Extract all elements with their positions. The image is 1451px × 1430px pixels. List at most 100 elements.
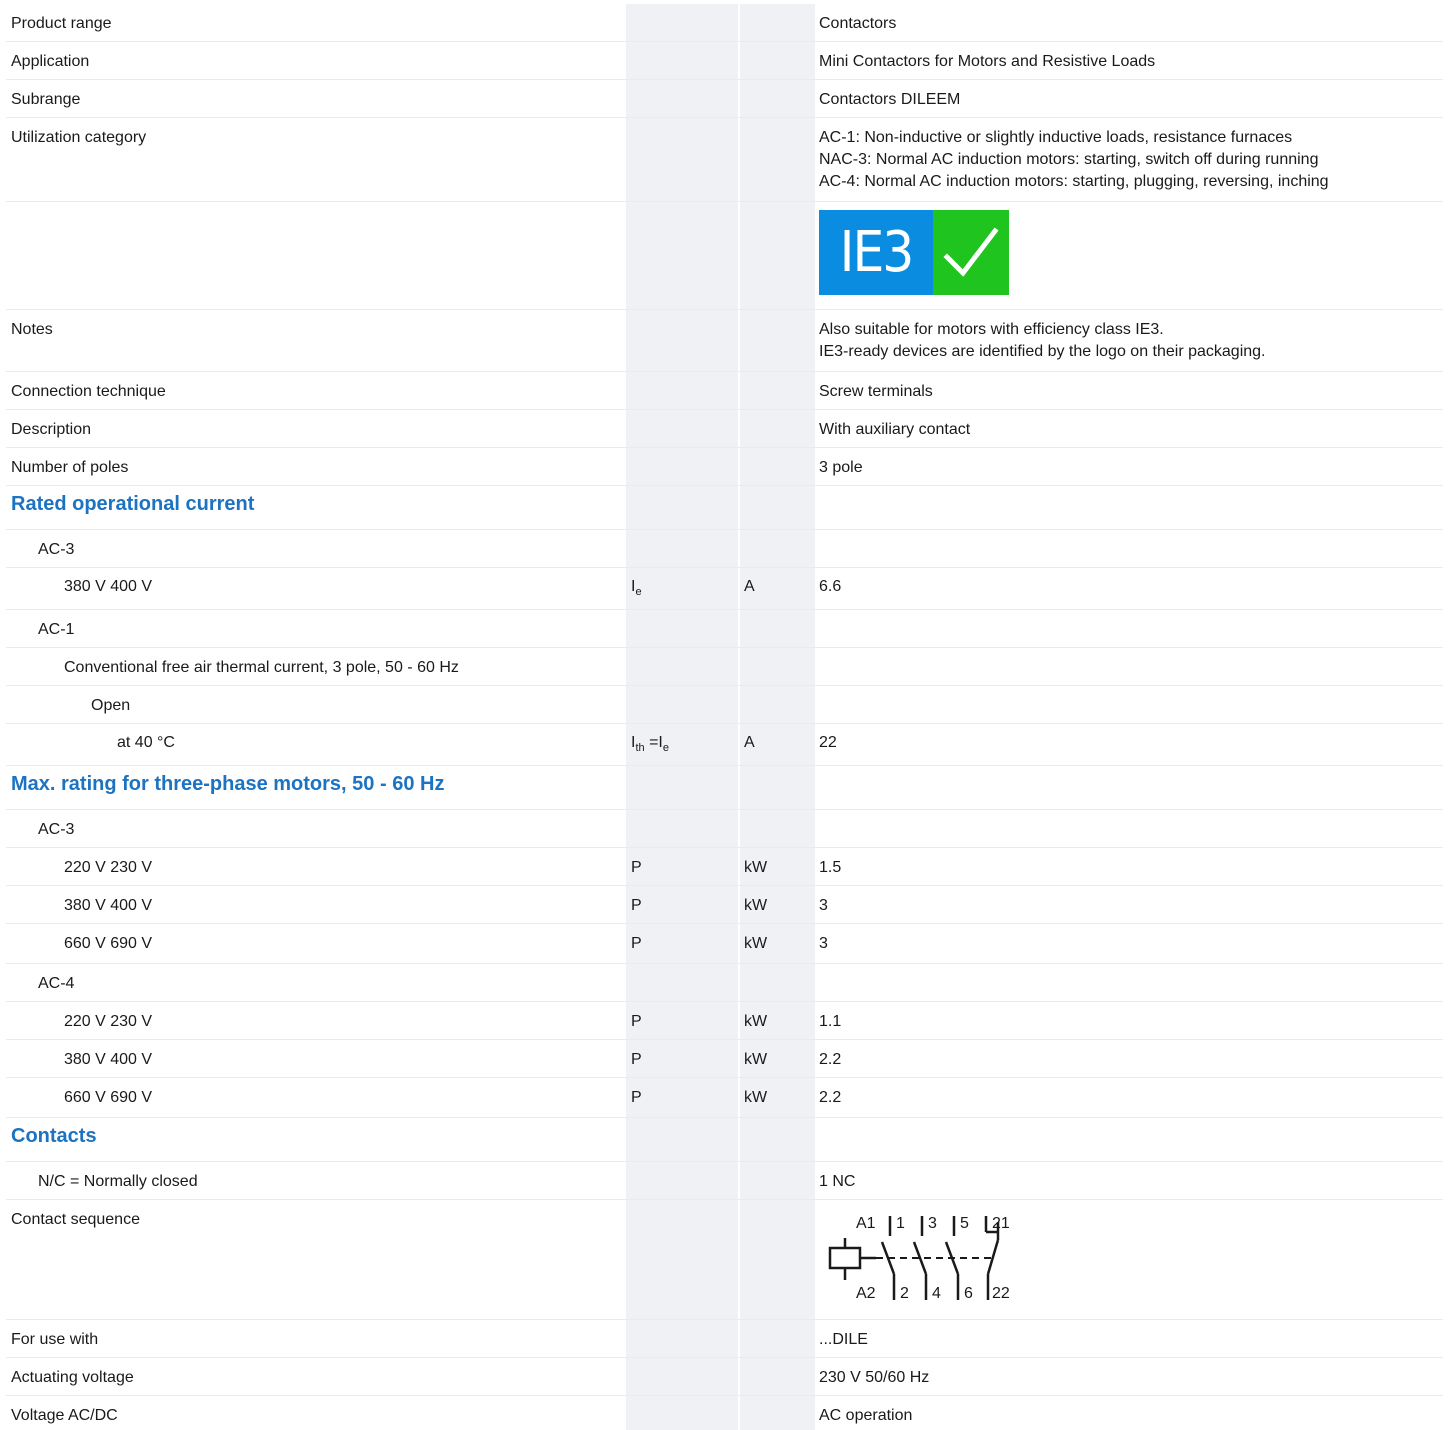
- row-label: 380 V 400 V: [64, 897, 153, 914]
- table-row: Utilization category AC-1: Non-inductive…: [6, 118, 1443, 202]
- row-value: 1 NC: [819, 1173, 856, 1190]
- row-unit: kW: [744, 897, 768, 914]
- terminal-label: 6: [964, 1285, 973, 1302]
- table-row: Voltage AC/DC AC operation: [6, 1396, 1443, 1430]
- row-unit: kW: [744, 935, 768, 952]
- terminal-label: 4: [932, 1285, 941, 1302]
- terminal-label: 2: [900, 1285, 909, 1302]
- row-label: AC-1: [38, 621, 75, 638]
- row-value: 2.2: [819, 1051, 842, 1068]
- terminal-label: 22: [992, 1285, 1010, 1302]
- value-line: IE3-ready devices are identified by the …: [819, 343, 1266, 360]
- table-row: Product range Contactors: [6, 4, 1443, 42]
- symbol-subscript: th: [635, 742, 645, 754]
- table-row: Conventional free air thermal current, 3…: [6, 648, 1443, 686]
- row-label: 220 V 230 V: [64, 1013, 153, 1030]
- row-symbol: P: [631, 1089, 642, 1106]
- table-row: 220 V 230 V P kW 1.1: [6, 1002, 1443, 1040]
- row-value: Contactors: [819, 15, 897, 32]
- row-symbol: P: [631, 1013, 642, 1030]
- row-label: 380 V 400 V: [64, 1051, 153, 1068]
- ie3-logo-text: IE3: [819, 210, 933, 295]
- row-value-multiline: Also suitable for motors with efficiency…: [819, 319, 1266, 363]
- table-row: at 40 °C Ith =Ie A 22: [6, 724, 1443, 766]
- table-row: Description With auxiliary contact: [6, 410, 1443, 448]
- row-label: Product range: [11, 15, 112, 32]
- symbol-mid: =I: [644, 734, 663, 751]
- table-row: Number of poles 3 pole: [6, 448, 1443, 486]
- row-unit: kW: [744, 1013, 768, 1030]
- row-label: Connection technique: [11, 383, 166, 400]
- row-value: 6.6: [819, 578, 842, 595]
- row-value: 2.2: [819, 1089, 842, 1106]
- row-label: AC-4: [38, 975, 75, 992]
- row-label: Application: [11, 53, 90, 70]
- table-row: Notes Also suitable for motors with effi…: [6, 310, 1443, 372]
- row-label: Notes: [11, 321, 53, 338]
- value-line: AC-4: Normal AC induction motors: starti…: [819, 173, 1329, 190]
- row-label: Actuating voltage: [11, 1369, 134, 1386]
- table-row: Open: [6, 686, 1443, 724]
- table-row: IE3: [6, 202, 1443, 310]
- row-label: Description: [11, 421, 92, 438]
- row-label: 660 V 690 V: [64, 935, 153, 952]
- row-value: ...DILE: [819, 1331, 868, 1348]
- table-row: Connection technique Screw terminals: [6, 372, 1443, 410]
- table-row: AC-3: [6, 810, 1443, 848]
- table-row: Actuating voltage 230 V 50/60 Hz: [6, 1358, 1443, 1396]
- row-label: N/C = Normally closed: [38, 1173, 198, 1190]
- table-row: Subrange Contactors DILEEM: [6, 80, 1443, 118]
- row-label: Conventional free air thermal current, 3…: [64, 659, 459, 676]
- terminal-label: 5: [960, 1215, 969, 1232]
- row-label: Utilization category: [11, 129, 147, 146]
- row-label: Number of poles: [11, 459, 129, 476]
- table-row: 380 V 400 V Ie A 6.6: [6, 568, 1443, 610]
- value-line: NAC-3: Normal AC induction motors: start…: [819, 151, 1319, 168]
- row-symbol: P: [631, 935, 642, 952]
- row-value: 22: [819, 734, 837, 751]
- row-label: Contact sequence: [11, 1211, 140, 1228]
- section-header: Rated operational current: [6, 486, 1443, 530]
- row-value: Screw terminals: [819, 383, 933, 400]
- section-header: Contacts: [6, 1118, 1443, 1162]
- row-symbol: P: [631, 897, 642, 914]
- table-row: 660 V 690 V P kW 2.2: [6, 1078, 1443, 1118]
- row-symbol: P: [631, 1051, 642, 1068]
- row-unit: kW: [744, 859, 768, 876]
- row-value: AC operation: [819, 1407, 913, 1424]
- terminal-label: A2: [856, 1285, 876, 1302]
- symbol-subscript: e: [635, 586, 642, 598]
- table-row: Application Mini Contactors for Motors a…: [6, 42, 1443, 80]
- table-row: AC-4: [6, 964, 1443, 1002]
- contact-sequence-diagram: A1 1 3 5 21 A2 2 4 6 22: [828, 1215, 1010, 1302]
- section-title: Rated operational current: [11, 493, 255, 515]
- row-value: 230 V 50/60 Hz: [819, 1369, 930, 1386]
- row-value: Contactors DILEEM: [819, 91, 961, 108]
- table-row: 380 V 400 V P kW 2.2: [6, 1040, 1443, 1078]
- row-label: Subrange: [11, 91, 81, 108]
- row-value: With auxiliary contact: [819, 421, 971, 438]
- row-label: AC-3: [38, 821, 75, 838]
- row-value: 1.5: [819, 859, 842, 876]
- table-row: For use with ...DILE: [6, 1320, 1443, 1358]
- row-value-multiline: AC-1: Non-inductive or slightly inductiv…: [819, 127, 1329, 193]
- terminal-label: 21: [992, 1215, 1010, 1232]
- row-unit: kW: [744, 1089, 768, 1106]
- table-row: 380 V 400 V P kW 3: [6, 886, 1443, 924]
- value-line: Also suitable for motors with efficiency…: [819, 321, 1164, 338]
- row-value: Mini Contactors for Motors and Resistive…: [819, 53, 1156, 70]
- terminal-label: 3: [928, 1215, 937, 1232]
- table-row: N/C = Normally closed 1 NC: [6, 1162, 1443, 1200]
- row-symbol: P: [631, 859, 642, 876]
- terminal-label: 1: [896, 1215, 905, 1232]
- row-label: 380 V 400 V: [64, 578, 153, 595]
- table-row: Contact sequence A1 1 3 5 21 A2 2 4 6 22: [6, 1200, 1443, 1320]
- row-label: at 40 °C: [117, 734, 175, 751]
- row-value: 3 pole: [819, 459, 863, 476]
- terminal-label: A1: [856, 1215, 876, 1232]
- row-value: 1.1: [819, 1013, 842, 1030]
- section-header: Max. rating for three-phase motors, 50 -…: [6, 766, 1443, 810]
- row-value: 3: [819, 897, 828, 914]
- value-line: AC-1: Non-inductive or slightly inductiv…: [819, 129, 1293, 146]
- row-label: 660 V 690 V: [64, 1089, 153, 1106]
